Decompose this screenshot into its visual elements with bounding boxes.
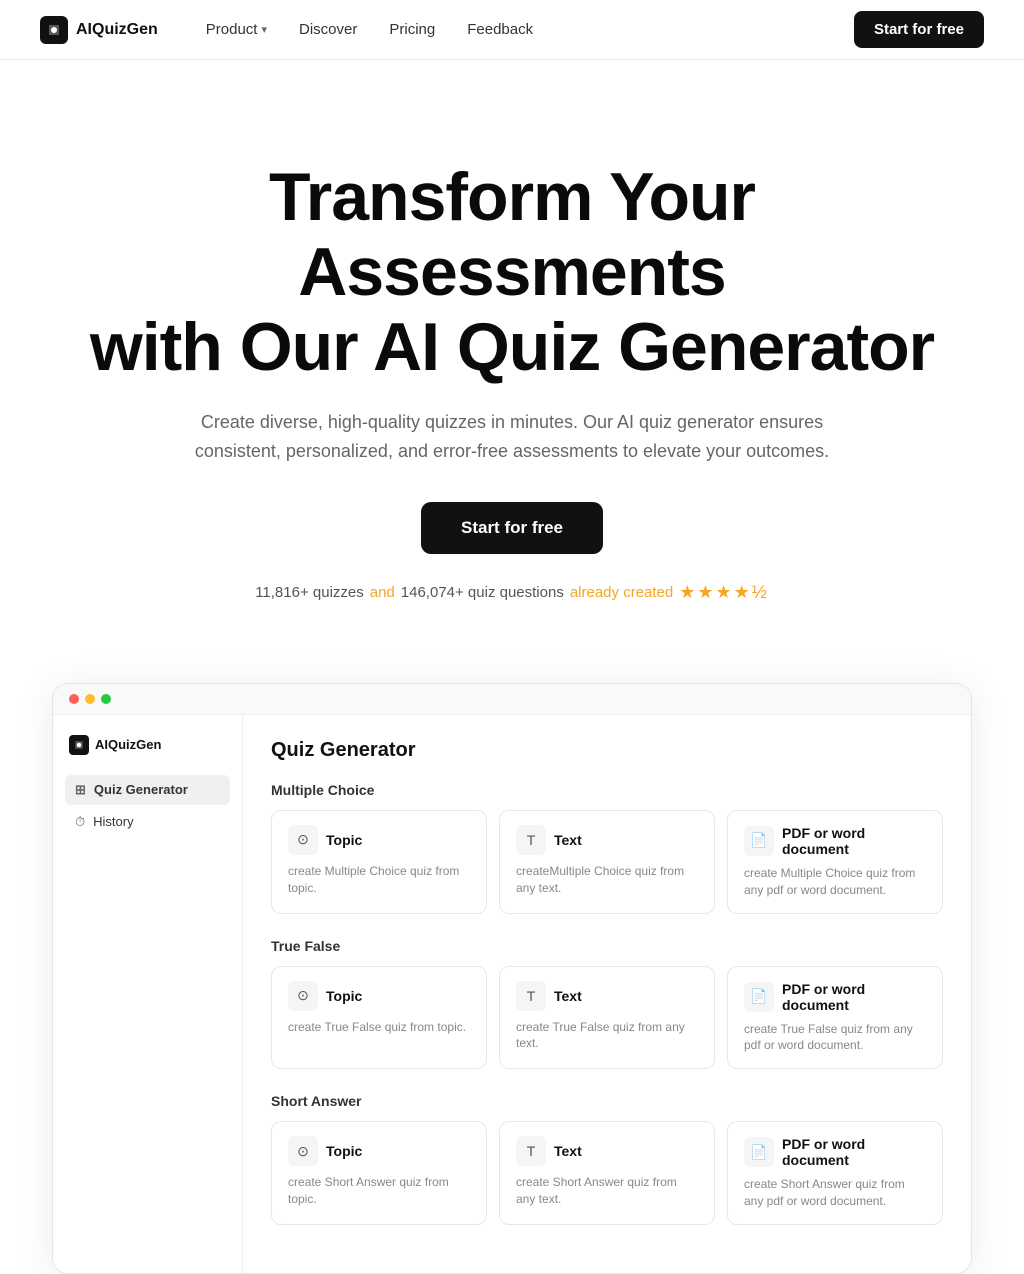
logo-text: AIQuizGen	[76, 21, 158, 39]
sidebar-logo-icon	[69, 735, 89, 755]
mockup-body: AIQuizGen ⊞ Quiz Generator ⏱ History Qui…	[53, 715, 971, 1273]
sa-text-icon: T	[516, 1136, 546, 1166]
true-false-cards: ⊙ Topic create True False quiz from topi…	[271, 966, 943, 1070]
topic-icon: ⊙	[288, 825, 318, 855]
nav-links: Product ▾ Discover Pricing Feedback	[194, 15, 545, 44]
sa-topic-card[interactable]: ⊙ Topic create Short Answer quiz from to…	[271, 1121, 487, 1225]
nav-left: AIQuizGen Product ▾ Discover Pricing Fee…	[40, 15, 545, 44]
app-main-content: Quiz Generator Multiple Choice ⊙ Topic c…	[243, 715, 971, 1273]
nav-pricing[interactable]: Pricing	[377, 15, 447, 44]
sa-text-card[interactable]: T Text create Short Answer quiz from any…	[499, 1121, 715, 1225]
sidebar-item-quiz-generator[interactable]: ⊞ Quiz Generator	[65, 775, 230, 805]
app-sidebar: AIQuizGen ⊞ Quiz Generator ⏱ History	[53, 715, 243, 1273]
sa-topic-title: Topic	[326, 1143, 362, 1159]
sa-pdf-icon: 📄	[744, 1137, 774, 1167]
sa-pdf-desc: create Short Answer quiz from any pdf or…	[744, 1176, 926, 1210]
nav-cta-button[interactable]: Start for free	[854, 11, 984, 48]
tf-topic-card[interactable]: ⊙ Topic create True False quiz from topi…	[271, 966, 487, 1070]
tf-pdf-title: PDF or word document	[782, 981, 926, 1013]
chevron-down-icon: ▾	[261, 23, 267, 36]
sa-pdf-title: PDF or word document	[782, 1136, 926, 1168]
sa-pdf-card[interactable]: 📄 PDF or word document create Short Answ…	[727, 1121, 943, 1225]
tf-text-icon: T	[516, 981, 546, 1011]
page-title: Quiz Generator	[271, 739, 943, 762]
sa-topic-icon: ⊙	[288, 1136, 318, 1166]
sa-text-desc: create Short Answer quiz from any text.	[516, 1174, 698, 1208]
hero-headline: Transform Your Assessments with Our AI Q…	[82, 160, 942, 384]
mockup-wrapper: AIQuizGen ⊞ Quiz Generator ⏱ History Qui…	[12, 663, 1012, 1274]
text-icon: T	[516, 825, 546, 855]
mc-text-card[interactable]: T Text createMultiple Choice quiz from a…	[499, 810, 715, 914]
mc-pdf-card[interactable]: 📄 PDF or word document create Multiple C…	[727, 810, 943, 914]
sa-text-title: Text	[554, 1143, 582, 1159]
category-multiple-choice: Multiple Choice	[271, 782, 943, 798]
tf-text-card[interactable]: T Text create True False quiz from any t…	[499, 966, 715, 1070]
category-true-false: True False	[271, 938, 943, 954]
mc-text-title: Text	[554, 832, 582, 848]
tf-topic-icon: ⊙	[288, 981, 318, 1011]
mc-topic-title: Topic	[326, 832, 362, 848]
hero-section: Transform Your Assessments with Our AI Q…	[62, 60, 962, 663]
star-rating: ★★★★½	[679, 582, 769, 603]
window-close-dot	[69, 694, 79, 704]
mc-pdf-title: PDF or word document	[782, 825, 926, 857]
tf-pdf-desc: create True False quiz from any pdf or w…	[744, 1021, 926, 1055]
stats-questions: 146,074+ quiz questions	[401, 584, 564, 601]
tf-topic-desc: create True False quiz from topic.	[288, 1019, 470, 1036]
app-mockup: AIQuizGen ⊞ Quiz Generator ⏱ History Qui…	[52, 683, 972, 1274]
grid-icon: ⊞	[75, 782, 86, 798]
logo-icon	[40, 16, 68, 44]
hero-stats: 11,816+ quizzes and 146,074+ quiz questi…	[82, 582, 942, 603]
category-short-answer: Short Answer	[271, 1093, 943, 1109]
navbar: AIQuizGen Product ▾ Discover Pricing Fee…	[0, 0, 1024, 60]
window-maximize-dot	[101, 694, 111, 704]
stats-quizzes: 11,816+ quizzes	[255, 584, 364, 601]
nav-product[interactable]: Product ▾	[194, 15, 279, 44]
multiple-choice-cards: ⊙ Topic create Multiple Choice quiz from…	[271, 810, 943, 914]
mockup-title-bar	[53, 684, 971, 715]
hero-cta-button[interactable]: Start for free	[421, 502, 603, 554]
sa-topic-desc: create Short Answer quiz from topic.	[288, 1174, 470, 1208]
window-minimize-dot	[85, 694, 95, 704]
hero-subtext: Create diverse, high-quality quizzes in …	[162, 408, 862, 466]
sidebar-item-history[interactable]: ⏱ History	[65, 807, 230, 837]
tf-topic-title: Topic	[326, 988, 362, 1004]
tf-text-title: Text	[554, 988, 582, 1004]
nav-feedback[interactable]: Feedback	[455, 15, 545, 44]
tf-pdf-card[interactable]: 📄 PDF or word document create True False…	[727, 966, 943, 1070]
stats-suffix: already created	[570, 584, 673, 601]
mc-topic-card[interactable]: ⊙ Topic create Multiple Choice quiz from…	[271, 810, 487, 914]
stats-and: and	[370, 584, 395, 601]
mc-text-desc: createMultiple Choice quiz from any text…	[516, 863, 698, 897]
tf-pdf-icon: 📄	[744, 982, 774, 1012]
mc-topic-desc: create Multiple Choice quiz from topic.	[288, 863, 470, 897]
mc-pdf-desc: create Multiple Choice quiz from any pdf…	[744, 865, 926, 899]
sidebar-brand: AIQuizGen	[65, 731, 230, 759]
short-answer-cards: ⊙ Topic create Short Answer quiz from to…	[271, 1121, 943, 1225]
pdf-icon: 📄	[744, 826, 774, 856]
logo[interactable]: AIQuizGen	[40, 16, 158, 44]
clock-icon: ⏱	[75, 814, 85, 830]
nav-discover[interactable]: Discover	[287, 15, 369, 44]
